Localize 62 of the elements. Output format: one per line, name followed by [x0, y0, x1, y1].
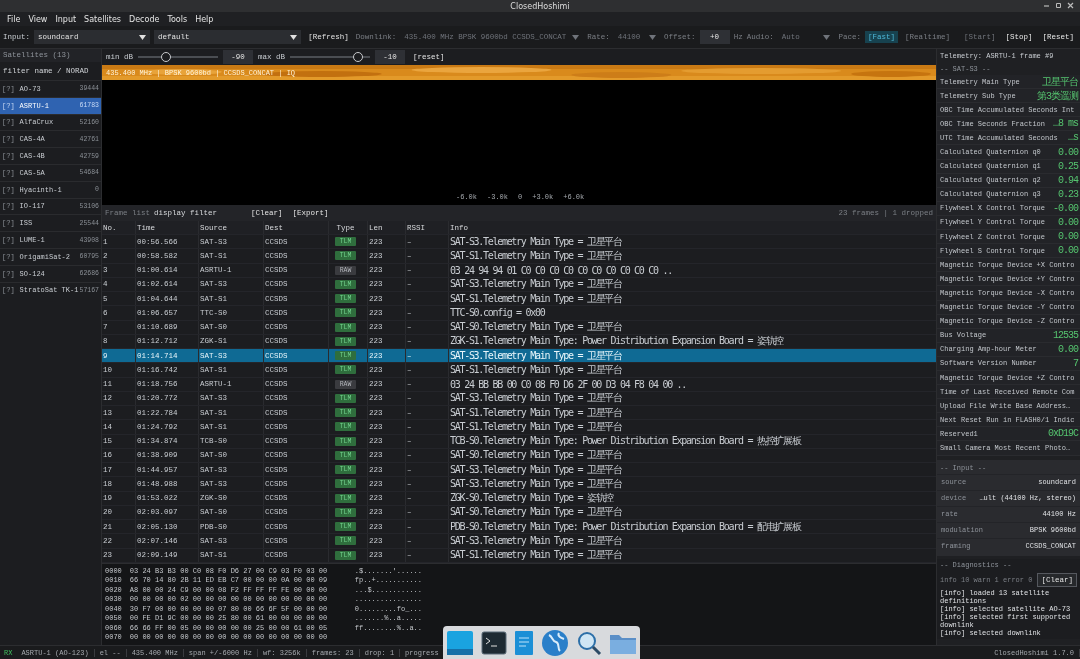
menu-item[interactable]: Tools: [163, 14, 192, 24]
caret-icon: [823, 34, 831, 40]
terminal-icon[interactable]: [481, 630, 508, 655]
field-value: 0.00: [1058, 231, 1078, 243]
field-value: 0.00: [1058, 217, 1078, 228]
caret-icon: [138, 34, 146, 40]
table-cell-text: SAT-S3.Telemetry Main Type = 卫星平台: [449, 534, 623, 548]
table-cell-text: SAT-S0.Telemetry Main Type = 卫星平台: [449, 448, 623, 462]
table-cell-text: SAT-S0.Telemetry Main Type = 卫星平台: [449, 505, 623, 519]
table-cell-text: ZGK-S0.Telemetry Main Type = 姿轨控: [449, 491, 615, 505]
table-cell-text: SAT-S1.Telemetry Main Type = 卫星平台: [449, 420, 623, 434]
menu-item[interactable]: View: [24, 14, 52, 24]
table-cell-text: SAT-S1.Telemetry Main Type = 卫星平台: [449, 292, 623, 306]
field-value: 0.25: [1058, 160, 1078, 172]
field-value: 12535: [1053, 329, 1078, 341]
table-cell-text: ZGK-S1.Telemetry Main Type: Power Distribution Expansion Board = 姿轨控: [449, 334, 785, 348]
table-cell-text: SAT-S3.Telemetry Main Type = 卫星平台: [449, 277, 623, 291]
slider-thumb[interactable]: [161, 52, 171, 62]
table-cell-text: SAT-S1.Telemetry Main Type = 卫星平台: [449, 249, 623, 263]
field-value: …s: [1068, 132, 1078, 144]
search-icon[interactable]: [575, 629, 602, 656]
close-icon[interactable]: [1067, 2, 1074, 9]
field-value: 0xD19C: [1048, 428, 1078, 440]
table-cell-text: PDB-S0.Telemetry Main Type: Power Distribution Expansion Board = 配电扩展板: [449, 520, 802, 534]
field-value: 卫星平台: [1042, 75, 1078, 89]
table-cell-text: 03 24 BB BB 00 C0 08 F0 D6 2F 00 D3 04 F8 04 00 ..: [449, 377, 688, 391]
field-value: 0.00: [1058, 146, 1078, 158]
slider-thumb[interactable]: [353, 52, 364, 62]
caret-icon: [290, 34, 298, 40]
field-value: 第3类遥测: [1037, 89, 1078, 103]
window-title: ClosedHoshimi: [510, 1, 570, 11]
table-cell-text: SAT-S3.Telemetry Main Type = 卫星平台: [449, 463, 623, 477]
table-cell-text: SAT-S1.Telemetry Main Type = 卫星平台: [449, 406, 623, 420]
menu-item[interactable]: Help: [191, 14, 218, 24]
table-cell-text: SAT-S1.Telemetry Main Type = 卫星平台: [449, 363, 623, 377]
field-value: 0.00: [1058, 343, 1078, 355]
globe-icon[interactable]: [540, 628, 569, 657]
table-cell-text: TTC-S0.config = 0x00: [449, 306, 546, 320]
document-icon[interactable]: [514, 629, 535, 656]
field-value: 0.23: [1058, 188, 1078, 200]
window-icon[interactable]: [446, 629, 475, 656]
field-value: 0.00: [1058, 245, 1078, 257]
caret-icon: [649, 34, 657, 40]
menu-item[interactable]: Input: [51, 14, 81, 24]
field-value: -0.00: [1053, 202, 1078, 214]
caret-icon: [572, 34, 580, 40]
table-cell-text: TCB-S0.Telemetry Main Type: Power Distribution Expansion Board = 热控扩展板: [449, 434, 802, 448]
table-cell-text: SAT-S3.Telemetry Main Type = 卫星平台: [449, 477, 623, 491]
field-value: …8 ms: [1053, 118, 1078, 130]
field-value: 0.94: [1058, 174, 1078, 186]
table-cell-text: SAT-S1.Telemetry Main Type = 卫星平台: [449, 548, 623, 562]
menu-item[interactable]: Satellites: [80, 14, 126, 24]
table-cell-text: SAT-S3.Telemetry Main Type = 卫星平台: [449, 349, 623, 363]
table-cell-text: SAT-S3.Telemetry Main Type = 卫星平台: [449, 391, 623, 405]
menu-item[interactable]: Decode: [125, 14, 164, 24]
table-cell-text: 03 24 94 94 01 C0 C0 C0 C0 C0 C0 C0 C0 C0 C0 ..: [449, 263, 673, 277]
table-cell-text: SAT-S3.Telemetry Main Type = 卫星平台: [449, 235, 623, 249]
table-cell-text: SAT-S0.Telemetry Main Type = 卫星平台: [449, 320, 623, 334]
maximize-icon[interactable]: [1055, 2, 1062, 9]
field-value: 7: [1073, 357, 1078, 369]
minimize-icon[interactable]: [1043, 2, 1050, 9]
menu-item[interactable]: File: [3, 14, 25, 24]
